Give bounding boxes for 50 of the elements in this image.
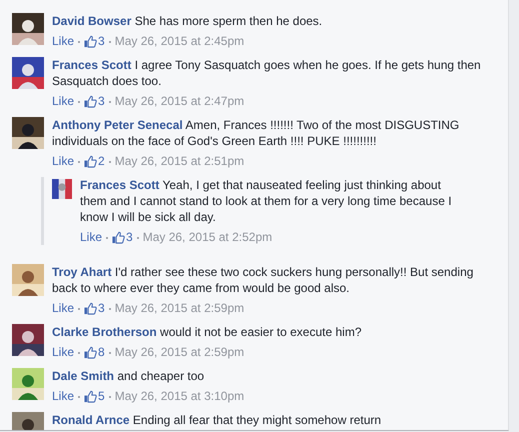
comment-time[interactable]: May 26, 2015 at 2:59pm	[114, 300, 244, 316]
like-link[interactable]: Like	[52, 93, 74, 109]
thumbs-up-icon	[84, 94, 98, 108]
like-link[interactable]: Like	[52, 153, 74, 169]
separator-dot	[136, 237, 139, 239]
comment-text: Troy Ahart I'd rather see these two cock suckers hung personally!! But sending back to where ever they came from would be good also.	[52, 264, 474, 296]
like-link[interactable]: Like	[52, 388, 74, 404]
comment-text: Frances Scott Yeah, I get that nauseated feeling just thinking about them and I cannot stand to look at them for a very long time because I know I will be sick all day.	[80, 177, 453, 225]
comment-time[interactable]: May 26, 2015 at 2:52pm	[142, 229, 272, 245]
comment-time[interactable]: May 26, 2015 at 2:45pm	[114, 33, 244, 49]
separator-dot	[108, 396, 111, 398]
like-link[interactable]: Like	[80, 229, 102, 245]
separator-dot	[78, 41, 80, 43]
thumbs-up-icon	[112, 230, 126, 244]
comment-text: Anthony Peter Senecal Amen, Frances !!!!!!! Two of the most DISGUSTING individuals on the face of God's Green Earth !!!! PUKE !!!!!!!!!!	[52, 117, 460, 149]
separator-dot	[106, 237, 108, 239]
like-count: 3	[98, 33, 105, 49]
thumbs-up-icon	[84, 390, 98, 402]
like-link[interactable]: Like	[52, 300, 74, 316]
thumbs-up-icon	[84, 154, 98, 168]
thumbs-up-icon	[84, 34, 98, 48]
separator-dot	[78, 396, 80, 398]
like-count: 5	[98, 388, 105, 404]
separator-dot	[78, 308, 80, 310]
separator-dot	[108, 101, 111, 103]
comment-text: Dale Smith and cheaper too	[52, 368, 206, 384]
like-link[interactable]: Like	[52, 33, 74, 49]
comment-text: Frances Scott I agree Tony Sasquatch goes when he goes. If he gets hung then Sasquatch does too.	[52, 57, 482, 89]
comment-time[interactable]: May 26, 2015 at 2:59pm	[114, 344, 244, 360]
separator-dot	[108, 41, 111, 43]
separator-dot	[78, 101, 80, 103]
like-count: 3	[98, 300, 105, 316]
separator-dot	[78, 352, 80, 354]
like-count: 3	[98, 93, 105, 109]
comment-text: Clarke Brotherson would it not be easier to execute him?	[52, 324, 362, 340]
like-link[interactable]: Like	[52, 344, 74, 360]
comment-time[interactable]: May 26, 2015 at 3:10pm	[114, 388, 244, 404]
like-count: 8	[98, 344, 105, 360]
comment-text: Ronald Arnce Ending all fear that they might somehow return	[52, 412, 382, 428]
thumbs-up-icon	[84, 346, 98, 358]
comment-time[interactable]: May 26, 2015 at 2:51pm	[114, 153, 244, 169]
comment-time[interactable]: May 26, 2015 at 2:47pm	[114, 93, 244, 109]
like-count: 2	[98, 153, 105, 169]
separator-dot	[108, 352, 111, 354]
thumbs-up-icon	[84, 302, 98, 314]
comment-text: David Bowser She has more sperm then he does.	[52, 13, 324, 29]
separator-dot	[78, 161, 80, 163]
separator-dot	[108, 161, 111, 163]
separator-dot	[108, 308, 111, 310]
like-count: 3	[126, 229, 133, 245]
